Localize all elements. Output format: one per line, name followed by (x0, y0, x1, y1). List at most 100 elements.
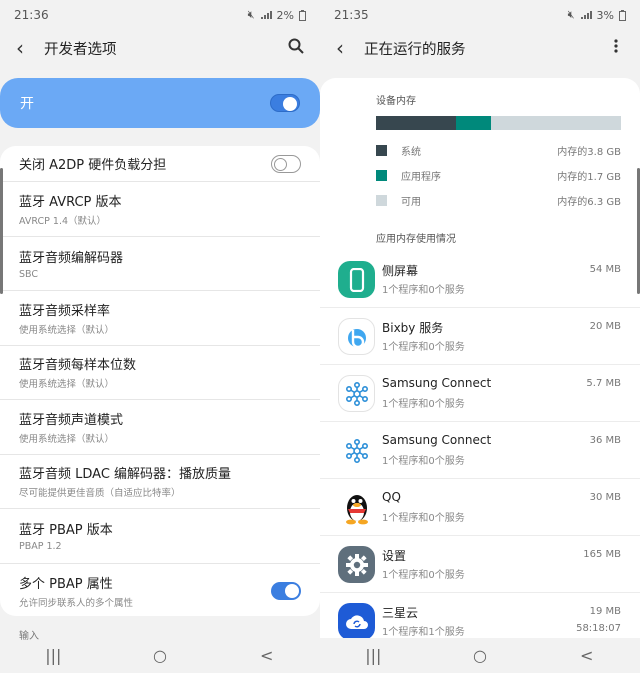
more-vert-icon[interactable] (604, 38, 628, 58)
setting-title: 蓝牙音频每样本位数 (19, 358, 137, 374)
setting-summary: 使用系统选择（默认） (19, 433, 115, 445)
recents-button[interactable]: ||| (33, 646, 73, 665)
home-button[interactable]: ○ (140, 646, 180, 665)
back-arrow-icon[interactable]: ‹ (336, 38, 356, 58)
qq-penguin-icon (338, 489, 375, 526)
master-switch-label: 开 (20, 96, 34, 112)
app-memory-size: 19 MB (589, 606, 621, 617)
app-name: QQ (382, 490, 401, 504)
legend-label: 可用 (401, 197, 421, 208)
status-time: 21:36 (14, 8, 49, 22)
legend-label: 系统 (401, 147, 421, 158)
samsung-connect-icon (338, 432, 375, 469)
setting-row-audio-codec[interactable]: 蓝牙音频编解码器 SBC (0, 237, 320, 291)
legend-value: 内存的6.3 GB (557, 197, 621, 208)
multiple-pbap-toggle[interactable] (271, 581, 301, 600)
setting-row-multiple-pbap[interactable]: 多个 PBAP 属性 允许同步联系人的多个属性 (0, 564, 320, 617)
setting-row-avrcp-version[interactable]: 蓝牙 AVRCP 版本 AVRCP 1.4（默认） (0, 182, 320, 237)
back-button[interactable]: < (567, 646, 607, 665)
battery-icon (299, 9, 306, 21)
mute-icon: 🔇︎ (247, 8, 255, 21)
settings-list: 关闭 A2DP 硬件负载分担 蓝牙 AVRCP 版本 AVRCP 1.4（默认）… (0, 146, 320, 616)
app-row-settings[interactable]: 设置 1个程序和0个服务 165 MB (320, 536, 640, 593)
app-name: 三星云 (382, 606, 419, 620)
setting-title: 关闭 A2DP 硬件负载分担 (19, 158, 167, 173)
battery-level: 2% (276, 8, 294, 22)
setting-row-bits-per-sample[interactable]: 蓝牙音频每样本位数 使用系统选择（默认） (0, 346, 320, 400)
app-process-count: 1个程序和0个服务 (382, 513, 465, 524)
status-bar: 21:36 🔇︎ 2% (0, 0, 320, 30)
app-process-count: 1个程序和0个服务 (382, 285, 465, 296)
device-memory-title: 设备内存 (376, 96, 416, 107)
setting-title: 蓝牙 PBAP 版本 (19, 523, 113, 539)
app-running-time: 58:18:07 (576, 623, 621, 634)
home-button[interactable]: ○ (460, 646, 500, 665)
legend-apps: 应用程序 内存的1.7 GB (376, 168, 621, 183)
samsung-connect-icon (338, 375, 375, 412)
page-title: 正在运行的服务 (364, 41, 466, 58)
setting-summary: SBC (19, 268, 39, 280)
setting-title: 蓝牙 AVRCP 版本 (19, 194, 122, 210)
legend-value: 内存的3.8 GB (557, 147, 621, 158)
scroll-indicator (0, 168, 3, 294)
page-title: 开发者选项 (44, 41, 117, 58)
legend-swatch (376, 145, 387, 156)
setting-summary: 尽可能提供更佳音质（自适应比特率） (19, 488, 181, 500)
app-process-count: 1个程序和0个服务 (382, 342, 465, 353)
legend-free: 可用 内存的6.3 GB (376, 193, 621, 208)
setting-summary: 使用系统选择（默认） (19, 379, 115, 391)
bixby-icon (338, 318, 375, 355)
master-switch-bar[interactable]: 开 (0, 78, 320, 128)
recents-button[interactable]: ||| (353, 646, 393, 665)
edge-screen-icon (338, 261, 375, 298)
a2dp-offload-toggle[interactable] (271, 154, 301, 173)
status-time: 21:35 (334, 8, 369, 22)
search-icon[interactable] (284, 38, 308, 58)
samsung-cloud-icon (338, 603, 375, 638)
app-row-samsung-cloud[interactable]: 三星云 1个程序和1个服务 19 MB 58:18:07 (320, 593, 640, 638)
legend-value: 内存的1.7 GB (557, 172, 621, 183)
legend-swatch (376, 195, 387, 206)
setting-row-pbap-version[interactable]: 蓝牙 PBAP 版本 PBAP 1.2 (0, 509, 320, 564)
legend-system: 系统 内存的3.8 GB (376, 143, 621, 158)
developer-options-screen: 21:36 🔇︎ 2% ‹ 开发者选项 开 关闭 A2DP 硬件负载分担 蓝牙 … (0, 0, 320, 673)
setting-row-ldac-quality[interactable]: 蓝牙音频 LDAC 编解码器：播放质量 尽可能提供更佳音质（自适应比特率） (0, 455, 320, 509)
setting-title: 蓝牙音频声道模式 (19, 412, 124, 428)
app-memory-size: 165 MB (583, 549, 621, 560)
app-name: Bixby 服务 (382, 321, 444, 335)
navigation-bar: ||| ○ < (320, 638, 640, 673)
app-row-edge-screen[interactable]: 侧屏幕 1个程序和0个服务 54 MB (320, 251, 640, 308)
memory-bar-free (491, 116, 621, 130)
app-memory-size: 20 MB (589, 321, 621, 332)
screens: 21:36 🔇︎ 2% ‹ 开发者选项 开 关闭 A2DP 硬件负载分担 蓝牙 … (0, 0, 640, 673)
app-bar: ‹ 开发者选项 (0, 30, 320, 66)
app-row-qq[interactable]: QQ 1个程序和0个服务 30 MB (320, 479, 640, 536)
app-name: Samsung Connect (382, 433, 492, 447)
app-memory-size: 5.7 MB (586, 378, 621, 389)
services-content: 设备内存 系统 内存的3.8 GB 应用程序 内存的1.7 GB 可用 内存的6… (320, 78, 640, 638)
app-row-bixby[interactable]: Bixby 服务 1个程序和0个服务 20 MB (320, 308, 640, 365)
app-memory-size: 30 MB (589, 492, 621, 503)
setting-summary: 允许同步联系人的多个属性 (19, 597, 134, 609)
setting-title: 蓝牙音频编解码器 (19, 250, 124, 266)
status-bar: 21:35 🔇︎ 3% (320, 0, 640, 30)
app-row-samsung-connect-2[interactable]: Samsung Connect 1个程序和0个服务 36 MB (320, 422, 640, 479)
app-memory-size: 36 MB (589, 435, 621, 446)
memory-usage-bar (376, 116, 621, 130)
app-process-count: 1个程序和0个服务 (382, 456, 465, 467)
setting-row-sample-rate[interactable]: 蓝牙音频采样率 使用系统选择（默认） (0, 291, 320, 346)
app-memory-size: 54 MB (589, 264, 621, 275)
settings-gear-icon (338, 546, 375, 583)
app-row-samsung-connect-1[interactable]: Samsung Connect 1个程序和0个服务 5.7 MB (320, 365, 640, 422)
setting-row-channel-mode[interactable]: 蓝牙音频声道模式 使用系统选择（默认） (0, 400, 320, 455)
setting-title: 多个 PBAP 属性 (19, 576, 113, 592)
back-button[interactable]: < (247, 646, 287, 665)
setting-title: 蓝牙音频 LDAC 编解码器：播放质量 (19, 467, 232, 483)
setting-row-a2dp-offload[interactable]: 关闭 A2DP 硬件负载分担 (0, 146, 320, 182)
back-arrow-icon[interactable]: ‹ (16, 38, 36, 58)
app-name: 设置 (382, 549, 407, 563)
app-process-count: 1个程序和1个服务 (382, 627, 465, 638)
master-toggle[interactable] (270, 94, 300, 112)
app-name: Samsung Connect (382, 376, 492, 390)
signal-icon (260, 11, 272, 19)
